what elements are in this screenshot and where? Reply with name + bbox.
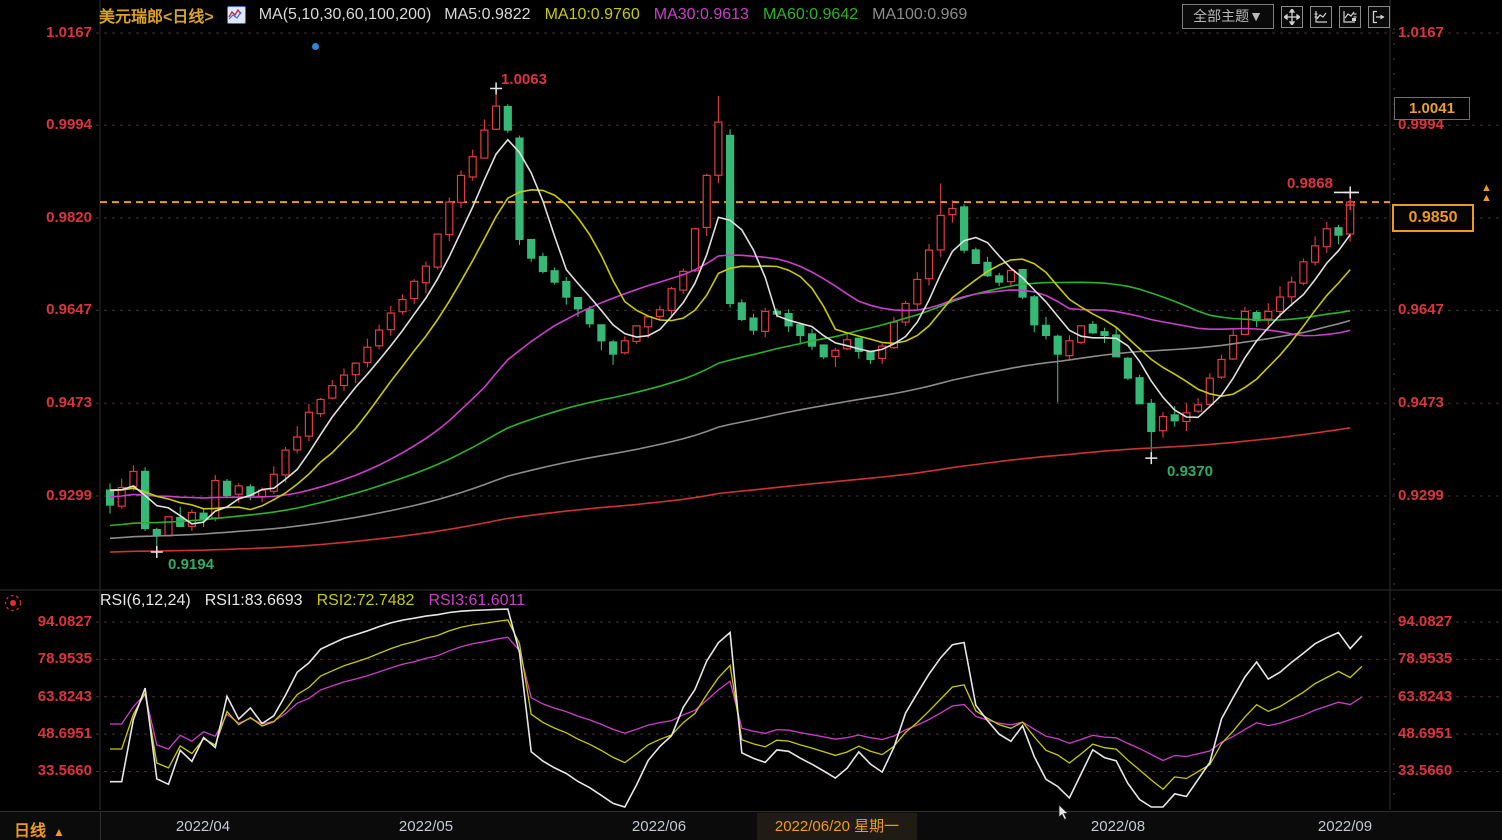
rsi-axis-label: 94.0827 bbox=[16, 613, 92, 630]
current-price-box: 0.9850 bbox=[1392, 204, 1474, 232]
ma-values: MA5:0.9822 MA10:0.9760 MA30:0.9613 MA60:0.9… bbox=[444, 6, 967, 24]
price-axis-label: 1.0167 bbox=[16, 24, 92, 41]
highlighted-date-label: 2022/06/20 星期一 bbox=[757, 813, 917, 840]
upper-price-marker: 1.0041 bbox=[1394, 97, 1470, 120]
move-icon[interactable] bbox=[1281, 6, 1303, 28]
chart-header: 美元瑞郎<日线> MA(5,10,30,60,100,200) MA5:0.98… bbox=[99, 3, 967, 27]
rsi-value-label: RSI1:83.6693 bbox=[205, 592, 303, 610]
ma-value-label: MA10:0.9760 bbox=[545, 6, 640, 24]
rsi-axis-label: 63.8243 bbox=[16, 688, 92, 705]
price-axis-label: 0.9473 bbox=[1398, 394, 1478, 411]
price-annotation-high1: 1.0063 bbox=[501, 71, 547, 88]
ma-value-label: MA5:0.9822 bbox=[444, 6, 530, 24]
divider bbox=[100, 812, 101, 840]
ma-value-label: MA60:0.9642 bbox=[763, 6, 858, 24]
rsi-header: RSI(6,12,24) RSI1:83.6693RSI2:72.7482RSI… bbox=[100, 592, 525, 610]
rsi-axis-label: 48.6951 bbox=[1398, 725, 1478, 742]
period-selector[interactable]: 日线▲ bbox=[14, 817, 65, 840]
date-tick-label: 2022/04 bbox=[176, 818, 230, 835]
price-annotation-low2: 0.9370 bbox=[1167, 463, 1213, 480]
marker-dot bbox=[312, 43, 319, 50]
rsi-axis-label: 33.5660 bbox=[16, 762, 92, 779]
rsi-axis-label: 94.0827 bbox=[1398, 613, 1478, 630]
rsi-value-label: RSI2:72.7482 bbox=[317, 592, 415, 610]
date-tick-label: 2022/09 bbox=[1318, 818, 1372, 835]
toolbar: 全部主题▼ bbox=[1182, 4, 1390, 29]
price-axis-label: 0.9820 bbox=[16, 209, 92, 226]
ma-value-label: MA100:0.969 bbox=[872, 6, 967, 24]
export-icon[interactable] bbox=[1368, 6, 1390, 28]
candlestick-chart-canvas[interactable] bbox=[0, 0, 1502, 840]
rsi-axis-label: 78.9535 bbox=[1398, 650, 1478, 667]
rsi-values: RSI1:83.6693 RSI2:72.7482 RSI3:61.6011 bbox=[205, 592, 525, 610]
price-axis-label: 0.9647 bbox=[1398, 301, 1478, 318]
price-axis-label: 0.9647 bbox=[16, 301, 92, 318]
time-axis-bar: 日线▲ 2022/042022/052022/062022/082022/09 … bbox=[0, 811, 1502, 840]
rsi-axis-label: 78.9535 bbox=[16, 650, 92, 667]
date-tick-label: 2022/05 bbox=[399, 818, 453, 835]
axis-scale-right-icon[interactable] bbox=[1339, 6, 1361, 28]
price-axis-label: 0.9994 bbox=[16, 116, 92, 133]
price-axis-label: 0.9299 bbox=[1398, 487, 1478, 504]
date-tick-label: 2022/06 bbox=[632, 818, 686, 835]
axis-scale-left-icon[interactable] bbox=[1310, 6, 1332, 28]
symbol-title: 美元瑞郎<日线> bbox=[99, 3, 214, 27]
chart-app: 美元瑞郎<日线> MA(5,10,30,60,100,200) MA5:0.98… bbox=[0, 0, 1502, 840]
rsi-axis-label: 33.5660 bbox=[1398, 762, 1478, 779]
price-axis-label: 0.9473 bbox=[16, 394, 92, 411]
price-axis-label: 1.0167 bbox=[1398, 24, 1478, 41]
rsi-axis-label: 48.6951 bbox=[16, 725, 92, 742]
date-tick-label: 2022/08 bbox=[1091, 818, 1145, 835]
up-arrow-icon: ▲ bbox=[1481, 193, 1492, 203]
chart-line-icon[interactable] bbox=[227, 6, 246, 24]
rsi-value-label: RSI3:61.6011 bbox=[428, 592, 525, 610]
rsi-params-label: RSI(6,12,24) bbox=[100, 592, 191, 610]
ma-value-label: MA30:0.9613 bbox=[654, 6, 749, 24]
price-annotation-low1: 0.9194 bbox=[168, 556, 214, 573]
rsi-axis-label: 63.8243 bbox=[1398, 688, 1478, 705]
price-annotation-high2: 0.9868 bbox=[1287, 175, 1333, 192]
triangle-up-icon: ▲ bbox=[53, 825, 65, 839]
theme-select-button[interactable]: 全部主题▼ bbox=[1182, 4, 1274, 29]
ma-params-label: MA(5,10,30,60,100,200) bbox=[259, 6, 432, 24]
price-axis-label: 0.9299 bbox=[16, 487, 92, 504]
mouse-cursor bbox=[1058, 804, 1072, 827]
